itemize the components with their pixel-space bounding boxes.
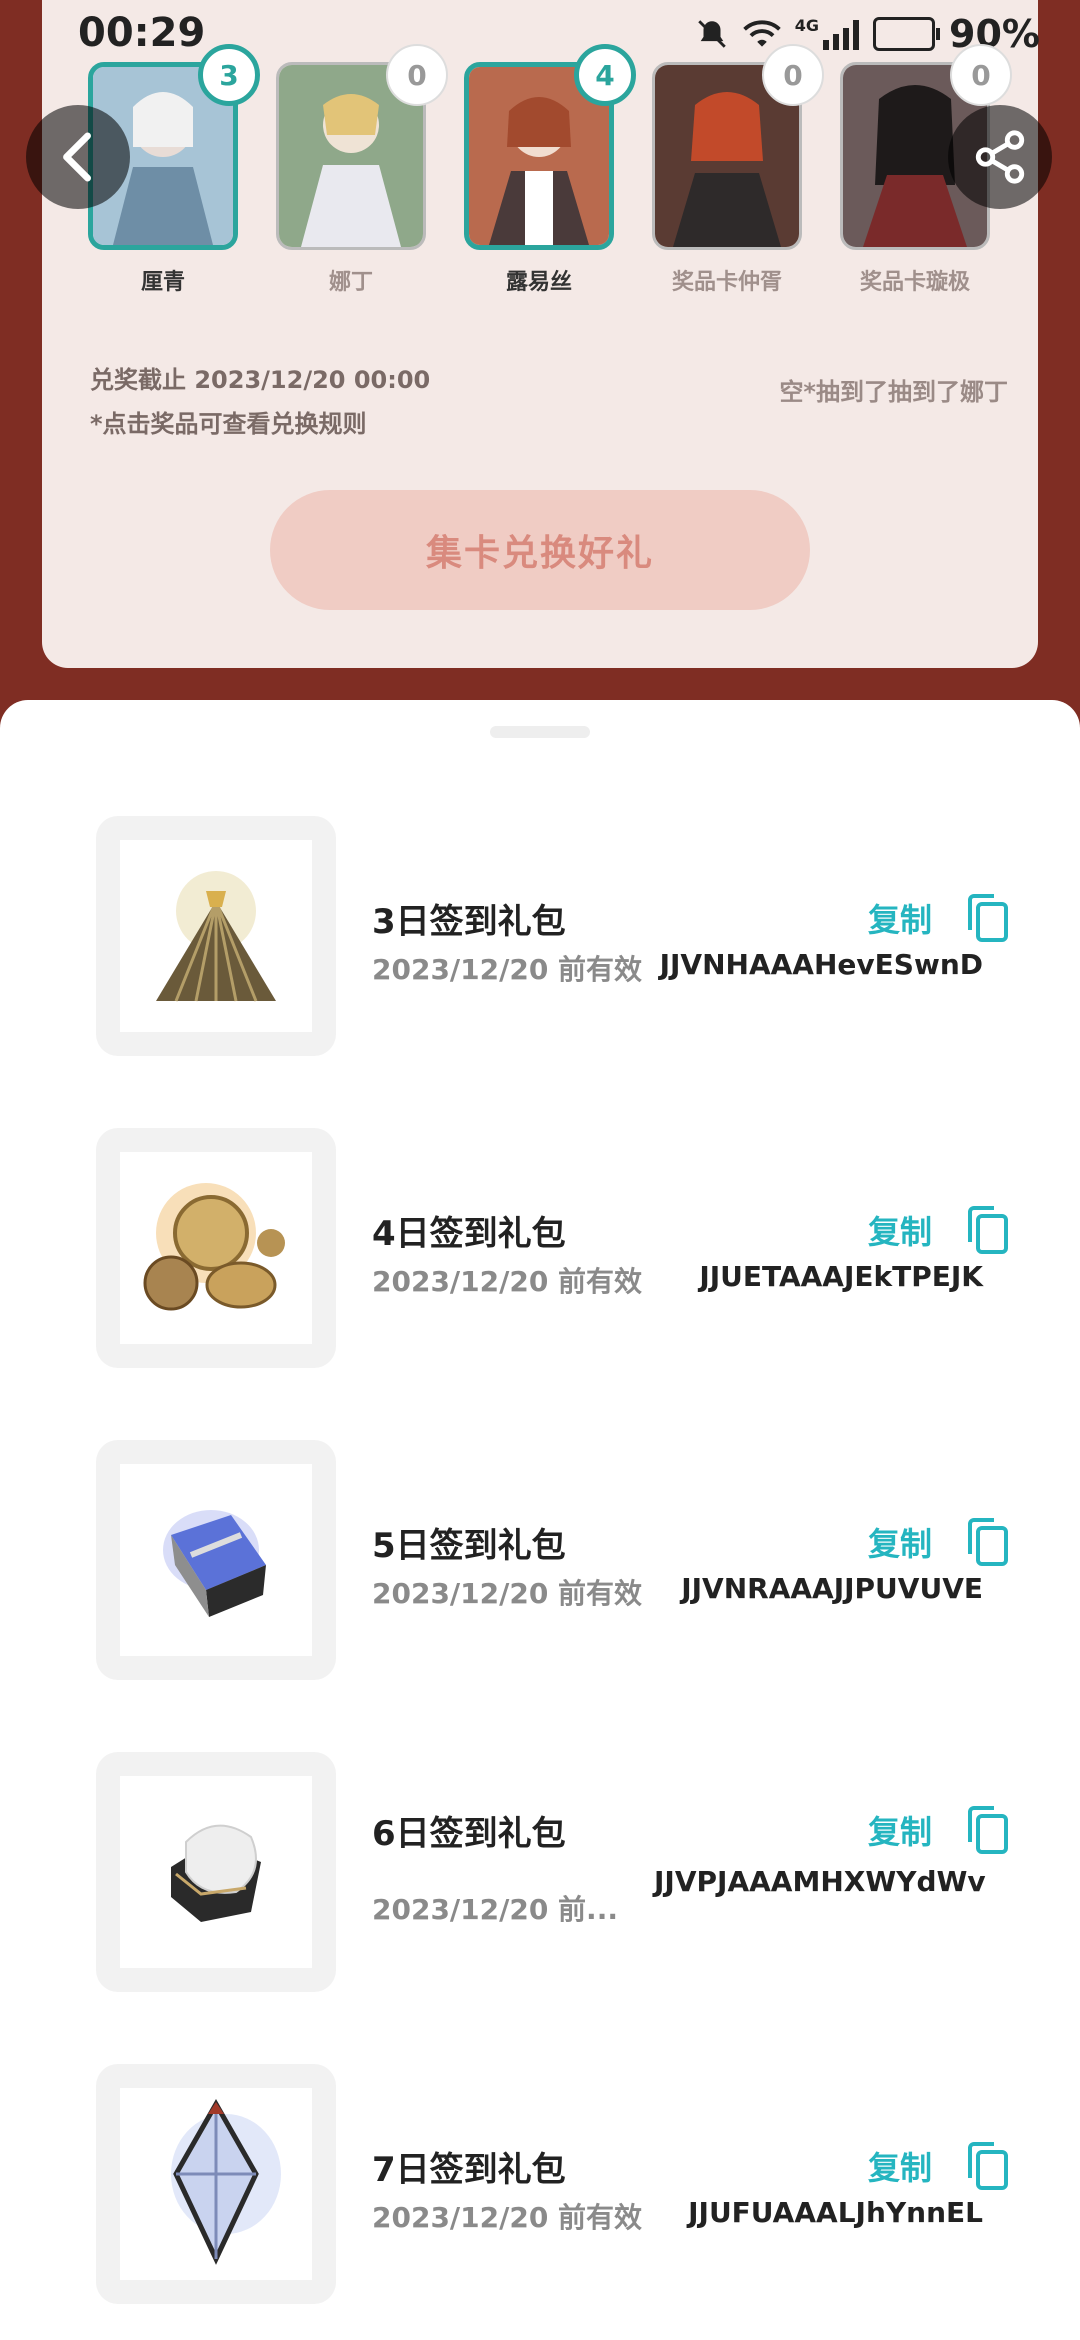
card-count-badge: 0 xyxy=(950,44,1012,106)
gold-coins-icon xyxy=(143,1183,285,1311)
share-icon xyxy=(975,130,1025,184)
share-button[interactable] xyxy=(948,105,1052,209)
gift-code: JJVNRAAAJJPUVUVE xyxy=(681,1572,983,1605)
copy-button[interactable]: 复制 xyxy=(868,2142,1010,2190)
copy-button[interactable]: 复制 xyxy=(868,894,1010,942)
chevron-left-icon xyxy=(63,132,91,182)
card-count-badge: 0 xyxy=(762,44,824,106)
back-button[interactable] xyxy=(26,105,130,209)
winner-ticker: 空*抽到了抽到了娜丁 xyxy=(779,378,1008,406)
origami-gift-icon xyxy=(156,871,276,1002)
status-time: 00:29 xyxy=(78,10,206,56)
gift-valid-date: 2023/12/20 前有效 xyxy=(372,2201,643,2234)
gift-thumbnail xyxy=(96,816,336,1056)
card-name: 厘青 xyxy=(140,270,185,295)
gift-title: 7日签到礼包 xyxy=(372,2150,566,2190)
copy-icon xyxy=(968,894,1008,942)
mute-bell-icon xyxy=(698,20,726,48)
copy-button[interactable]: 复制 xyxy=(868,1806,1010,1854)
gift-title: 4日签到礼包 xyxy=(372,1214,566,1254)
background-page: 00:29 4G 90% 3 厘青 0 娜丁 4 露易丝 0 奖品卡仲胥 0 奖… xyxy=(0,0,1080,720)
gift-list-item: 5日签到礼包 2023/12/20 前有效 复制 JJVNRAAAJJPUVUV… xyxy=(0,1440,1080,1680)
redeem-info: 兑奖截止 2023/12/20 00:00 *点击奖品可查看兑换规则 xyxy=(90,358,430,446)
gift-code: JJVPJAAAMHXWYdWv xyxy=(654,1865,986,1898)
gift-valid-date: 2023/12/20 前有效 xyxy=(372,953,643,986)
copy-label: 复制 xyxy=(867,901,932,939)
character-cards-row: 3 厘青 0 娜丁 4 露易丝 0 奖品卡仲胥 0 奖品卡璇极 xyxy=(88,44,1012,302)
copy-icon xyxy=(968,2142,1008,2190)
copy-icon xyxy=(968,1206,1008,1254)
character-card[interactable]: 4 露易丝 xyxy=(464,44,636,296)
gift-title: 3日签到礼包 xyxy=(372,902,566,942)
copy-label: 复制 xyxy=(867,1213,932,1251)
card-count-badge: 0 xyxy=(386,44,448,106)
gift-title: 6日签到礼包 xyxy=(372,1814,566,1854)
copy-icon xyxy=(968,1806,1008,1854)
crystal-block-icon xyxy=(163,1510,266,1617)
sheet-drag-handle[interactable] xyxy=(490,726,590,738)
copy-label: 复制 xyxy=(867,1813,932,1851)
battery-icon xyxy=(873,17,941,51)
gift-code: JJUFUAAALJhYnnEL xyxy=(688,2196,983,2229)
crystal-shard-icon xyxy=(171,2098,281,2265)
card-name: 奖品卡仲胥 xyxy=(671,270,782,295)
copy-label: 复制 xyxy=(867,2149,932,2187)
gift-code: JJVNHAAAHevESwnD xyxy=(659,948,983,981)
rule-hint-text: *点击奖品可查看兑换规则 xyxy=(90,410,367,438)
gift-title: 5日签到礼包 xyxy=(372,1526,566,1566)
network-type-label: 4G xyxy=(794,15,820,35)
gift-thumbnail xyxy=(96,1752,336,1992)
card-name: 娜丁 xyxy=(328,270,373,295)
gift-valid-date: 2023/12/20 前有效 xyxy=(372,1265,643,1298)
copy-icon xyxy=(968,1518,1008,1566)
gift-code-sheet: 3日签到礼包 2023/12/20 前有效 复制 JJVNHAAAHevESwn… xyxy=(0,700,1080,2340)
card-count-badge: 3 xyxy=(198,44,260,106)
white-crystal-icon xyxy=(171,1824,261,1922)
character-card[interactable]: 0 娜丁 xyxy=(276,44,448,296)
redeem-deadline: 兑奖截止 2023/12/20 00:00 xyxy=(90,366,431,394)
copy-button[interactable]: 复制 xyxy=(868,1518,1010,1566)
gift-valid-date: 2023/12/20 前... xyxy=(372,1893,618,1926)
gift-list-item: 4日签到礼包 2023/12/20 前有效 复制 JJUETAAAJEkTPEJ… xyxy=(0,1128,1080,1368)
gift-thumbnail xyxy=(96,2064,336,2304)
gift-list-item: 7日签到礼包 2023/12/20 前有效 复制 JJUFUAAALJhYnnE… xyxy=(0,2064,1080,2304)
gift-thumbnail xyxy=(96,1128,336,1368)
gift-list-item: 3日签到礼包 2023/12/20 前有效 复制 JJVNHAAAHevESwn… xyxy=(0,816,1080,1056)
copy-label: 复制 xyxy=(867,1525,932,1563)
wifi-icon xyxy=(743,20,781,47)
card-name: 露易丝 xyxy=(505,270,572,295)
copy-button[interactable]: 复制 xyxy=(868,1206,1010,1254)
gift-code: JJUETAAAJEkTPEJK xyxy=(699,1260,983,1293)
signal-icon xyxy=(823,18,860,50)
gift-list-item: 6日签到礼包 2023/12/20 前... 复制 JJVPJAAAMHXWYd… xyxy=(0,1752,1080,1992)
gift-valid-date: 2023/12/20 前有效 xyxy=(372,1577,643,1610)
gift-thumbnail xyxy=(96,1440,336,1680)
card-count-badge: 4 xyxy=(574,44,636,106)
redeem-button[interactable]: 集卡兑换好礼 xyxy=(270,490,810,610)
character-card[interactable]: 0 奖品卡仲胥 xyxy=(652,44,824,296)
card-name: 奖品卡璇极 xyxy=(859,270,970,295)
